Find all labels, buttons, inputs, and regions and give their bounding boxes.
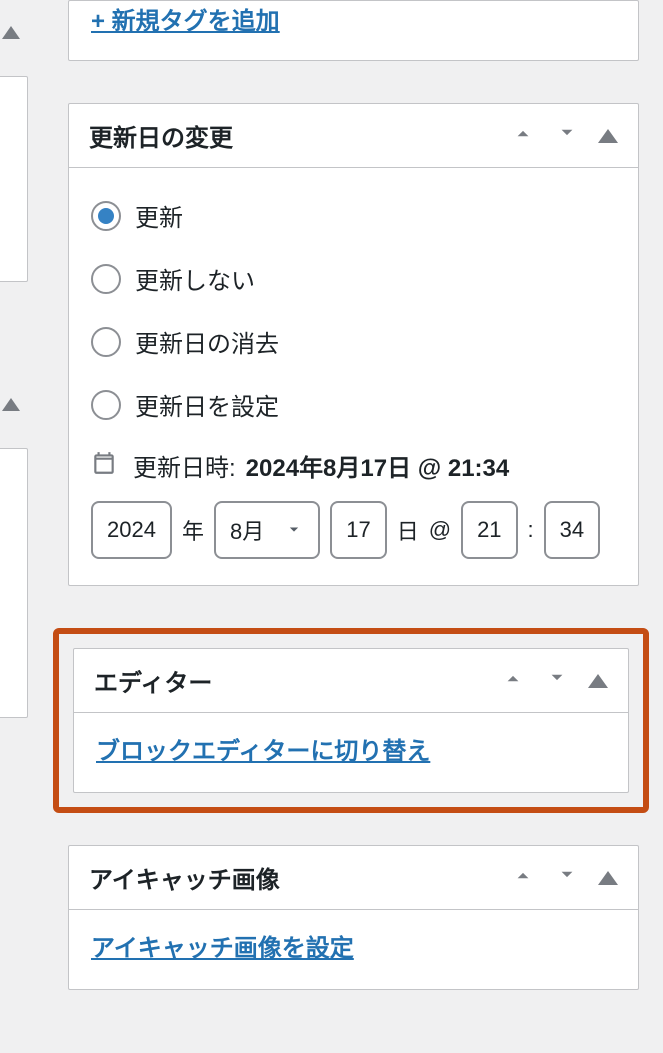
day-suffix: 日 [397,514,419,546]
chevron-up-icon[interactable] [500,665,526,696]
datetime-value: 2024年8月17日 @ 21:34 [246,448,510,483]
chevron-up-icon[interactable] [510,862,536,893]
datetime-label: 更新日時: [133,448,236,483]
radio-label: 更新日の消去 [135,324,279,359]
panel-body: アイキャッチ画像を設定 [69,910,638,989]
day-field[interactable]: 17 [330,501,386,559]
panel-controls [500,665,608,696]
highlight-frame: エディター ブロックエディターに切り替え [53,628,649,813]
radio-option-dont-update[interactable]: 更新しない [91,261,616,296]
chevron-down-icon [284,520,304,540]
panel-toggle-icon [2,26,20,39]
set-featured-image-link[interactable]: アイキャッチ画像を設定 [91,935,354,962]
featured-image-panel: アイキャッチ画像 アイキャッチ画像を設定 [68,845,639,990]
panel-header[interactable]: 更新日の変更 [69,104,638,168]
tag-panel: + 新規タグを追加 [68,0,639,61]
radio-icon [91,390,121,420]
radio-label: 更新 [135,198,183,233]
switch-to-block-editor-link[interactable]: ブロックエディターに切り替え [96,738,430,765]
radio-label: 更新日を設定 [135,387,279,422]
chevron-down-icon[interactable] [554,862,580,893]
update-date-panel: 更新日の変更 更新 更新しない 更新日の消去 更新日を設定 更新日時: [68,103,639,586]
partial-panel-edge [0,76,28,282]
minute-field[interactable]: 34 [544,501,600,559]
calendar-icon [91,450,117,481]
datetime-display: 更新日時: 2024年8月17日 @ 21:34 [91,448,616,483]
month-value: 8月 [230,514,264,546]
radio-label: 更新しない [135,261,255,296]
hour-field[interactable]: 21 [461,501,517,559]
month-select[interactable]: 8月 [214,501,320,559]
panel-body: 更新 更新しない 更新日の消去 更新日を設定 更新日時: 2024年8月17日 … [69,168,638,585]
panel-title: エディター [94,663,212,698]
panel-toggle-icon[interactable] [598,871,618,885]
partial-panel-edge [0,448,28,718]
panel-controls [510,120,618,151]
panel-toggle-icon[interactable] [588,674,608,688]
at-symbol: @ [429,517,451,543]
date-input-row: 2024 年 8月 17 日 @ 21 : 34 [91,501,616,559]
panel-title: アイキャッチ画像 [89,860,280,895]
radio-icon [91,327,121,357]
panel-header[interactable]: アイキャッチ画像 [69,846,638,910]
radio-option-update[interactable]: 更新 [91,198,616,233]
chevron-down-icon[interactable] [554,120,580,151]
radio-icon [91,201,121,231]
panel-toggle-icon [2,398,20,411]
chevron-down-icon[interactable] [544,665,570,696]
add-tag-link[interactable]: + 新規タグを追加 [91,8,280,35]
time-separator: : [528,517,534,543]
panel-title: 更新日の変更 [89,118,233,153]
year-suffix: 年 [182,514,204,546]
panel-controls [510,862,618,893]
panel-body: ブロックエディターに切り替え [74,713,628,792]
radio-icon [91,264,121,294]
panel-toggle-icon[interactable] [598,129,618,143]
editor-panel: エディター ブロックエディターに切り替え [73,648,629,793]
year-field[interactable]: 2024 [91,501,172,559]
radio-option-clear[interactable]: 更新日の消去 [91,324,616,359]
panel-header[interactable]: エディター [74,649,628,713]
radio-option-set[interactable]: 更新日を設定 [91,387,616,422]
chevron-up-icon[interactable] [510,120,536,151]
